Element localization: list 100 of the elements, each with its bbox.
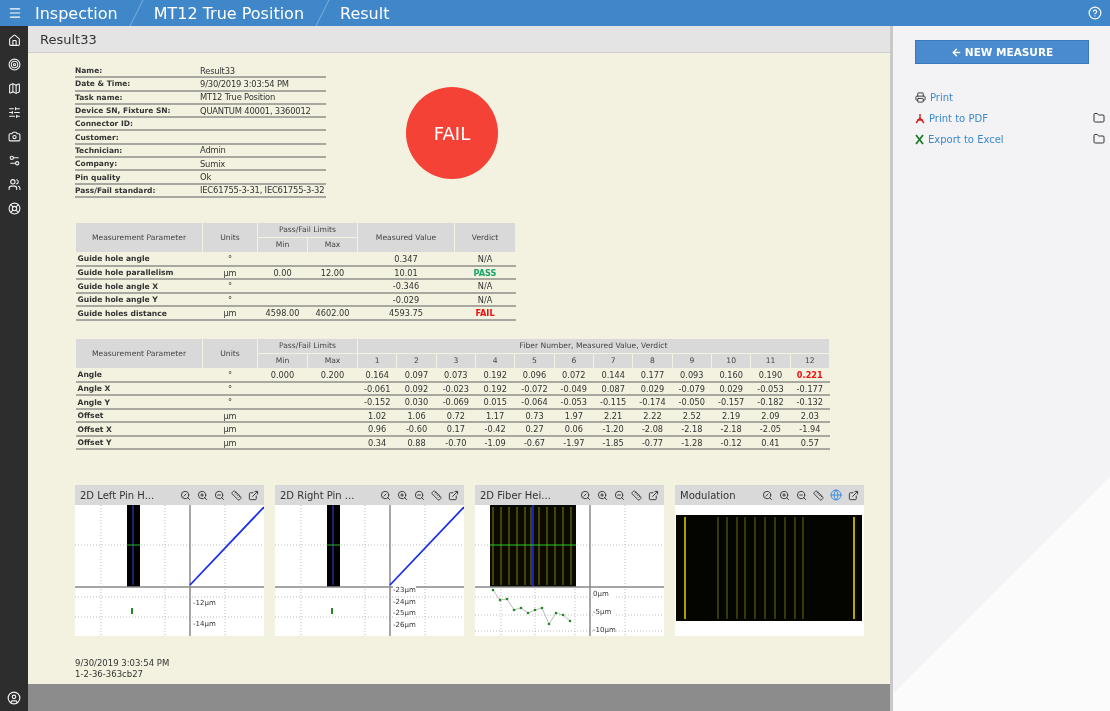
table-cell: 2.52 — [672, 408, 712, 423]
target-icon[interactable] — [7, 58, 21, 71]
external-link-icon — [848, 489, 859, 501]
table-cell: -0.049 — [554, 381, 594, 396]
breadcrumb[interactable]: Result — [340, 3, 390, 23]
action-link[interactable]: Print — [930, 92, 953, 103]
table-cell: µm — [202, 422, 258, 436]
camera-icon[interactable] — [7, 130, 21, 143]
info-value: Ok — [200, 172, 213, 182]
result-indicator: FAIL — [406, 87, 498, 179]
breadcrumb[interactable]: Inspection — [35, 3, 118, 23]
table-cell: 0.073 — [436, 368, 476, 382]
table-cell: 2.19 — [711, 408, 751, 423]
table-cell: -0.177 — [790, 381, 830, 396]
page-title: Result33 — [40, 31, 97, 47]
menu-icon[interactable] — [8, 6, 22, 20]
table-cell: ° — [202, 292, 258, 307]
external-link-icon — [248, 489, 259, 501]
globe-icon — [830, 489, 842, 502]
info-value: Result33 — [200, 65, 236, 76]
sliders-icon[interactable] — [7, 106, 21, 119]
table-cell: 2.21 — [593, 408, 633, 423]
footer-text: 1-2-36-363cb27 — [75, 669, 144, 681]
ruler-icon — [631, 489, 642, 501]
folder-icon[interactable] — [1093, 133, 1105, 145]
ruler-icon — [813, 489, 824, 501]
help-icon[interactable] — [1088, 6, 1102, 20]
table-cell: 4598.00 — [257, 306, 308, 320]
table-cell: µm — [202, 435, 258, 450]
table-cell: 0.029 — [711, 381, 751, 396]
settings-icon[interactable] — [7, 154, 21, 167]
table-cell: 0.347 — [357, 252, 455, 266]
table-cell: -0.023 — [436, 381, 476, 396]
home-icon[interactable] — [7, 34, 21, 47]
table-cell: 0.00 — [257, 265, 308, 280]
user-icon[interactable] — [7, 691, 21, 705]
reset-zoom-icon — [762, 489, 773, 501]
table-cell: 0.192 — [475, 368, 515, 382]
zoom-in-icon — [779, 489, 790, 501]
table-cell: -0.182 — [750, 395, 791, 409]
zoom-out-icon — [214, 489, 225, 501]
action-link[interactable]: Print to PDF — [929, 112, 988, 124]
table-cell: 0.000 — [257, 368, 308, 382]
table-cell: -0.152 — [357, 395, 397, 409]
ruler-icon — [431, 489, 442, 501]
verdict-cell: PASS — [454, 265, 516, 280]
table-cell: -0.77 — [632, 435, 673, 450]
info-value: Sumix — [200, 158, 227, 169]
panel-title: 2D Right Pin ... — [280, 489, 355, 501]
table-cell: -0.60 — [396, 422, 437, 436]
table-cell: -0.029 — [357, 292, 455, 307]
table-cell: 0.88 — [396, 435, 437, 450]
table-cell: -2.18 — [672, 422, 712, 436]
users-icon[interactable] — [7, 178, 21, 191]
table-cell: -0.174 — [632, 395, 673, 409]
table-cell: 0.17 — [436, 422, 476, 436]
table-cell: µm — [202, 408, 258, 423]
table-cell: -0.42 — [475, 422, 515, 436]
table-cell: -0.115 — [593, 395, 633, 409]
folder-icon[interactable] — [1093, 112, 1105, 124]
zoom-out-icon — [414, 489, 425, 501]
table-cell: 0.096 — [514, 368, 555, 382]
table-cell: -1.09 — [475, 435, 515, 450]
table-cell: 2.03 — [790, 408, 830, 423]
info-value: 9/30/2019 3:03:54 PM — [200, 78, 290, 89]
printer-icon — [915, 92, 926, 103]
table-cell: -1.94 — [790, 422, 830, 436]
breadcrumb-separator-icon — [314, 0, 331, 26]
pdf-icon — [915, 112, 925, 124]
table-cell: 0.030 — [396, 395, 437, 409]
table-cell: -0.346 — [357, 279, 455, 293]
ruler-icon — [231, 489, 242, 501]
table-cell: -0.064 — [514, 395, 555, 409]
table-cell: 0.093 — [672, 368, 712, 382]
breadcrumb[interactable]: MT12 True Position — [153, 3, 305, 23]
info-value: MT12 True Position — [200, 92, 277, 103]
verdict-cell: N/A — [454, 279, 516, 293]
table-cell: 12.00 — [307, 265, 358, 280]
table-cell: 1.97 — [554, 408, 594, 423]
table-cell: 1.02 — [357, 408, 397, 423]
map-icon[interactable] — [7, 82, 21, 95]
external-link-icon — [648, 489, 659, 501]
lifebuoy-icon[interactable] — [7, 202, 21, 215]
table-cell: ° — [202, 395, 258, 409]
verdict-cell: FAIL — [454, 306, 516, 320]
table-cell: 0.96 — [357, 422, 397, 436]
reset-zoom-icon — [580, 489, 591, 501]
table-cell: 0.177 — [632, 368, 673, 382]
new-measure-button[interactable]: NEW MEASURE — [915, 40, 1089, 64]
table-cell: 1.06 — [396, 408, 437, 423]
table-cell: ° — [202, 279, 258, 293]
table-cell: 0.06 — [554, 422, 594, 436]
zoom-out-icon — [796, 489, 807, 501]
table-cell: 4602.00 — [307, 306, 358, 320]
excel-icon — [915, 133, 924, 145]
table-cell: µm — [202, 306, 258, 320]
table-cell: -0.061 — [357, 381, 397, 396]
panel-title: 2D Fiber Hei... — [480, 489, 551, 501]
verdict-cell: N/A — [454, 252, 516, 266]
action-link[interactable]: Export to Excel — [928, 133, 1004, 145]
